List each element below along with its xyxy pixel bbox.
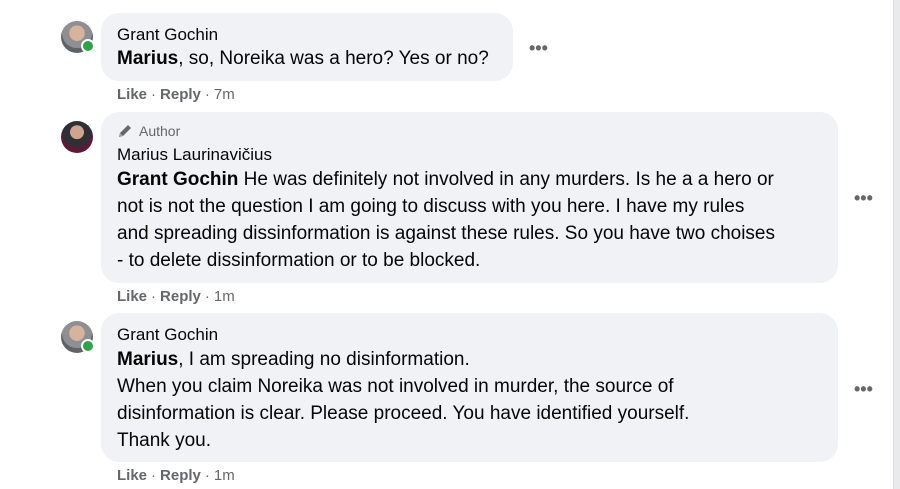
like-button[interactable]: Like bbox=[117, 86, 147, 103]
mention-link[interactable]: Marius bbox=[117, 349, 178, 370]
timestamp[interactable]: 1m bbox=[214, 467, 235, 484]
timestamp[interactable]: 1m bbox=[214, 288, 235, 305]
comment-text-line: , so, Noreika was a hero? Yes or no? bbox=[178, 48, 489, 69]
author-badge: Author bbox=[117, 121, 822, 141]
comment-actions: Like · Reply · 1m bbox=[117, 467, 235, 484]
comment-text-line: and spreading dissinformation is against… bbox=[117, 223, 775, 244]
more-options-icon[interactable]: ••• bbox=[854, 189, 873, 207]
separator: · bbox=[204, 288, 210, 305]
pen-icon bbox=[119, 125, 131, 137]
author-badge-label: Author bbox=[139, 123, 181, 139]
more-options-icon[interactable]: ••• bbox=[854, 380, 873, 398]
scrollbar[interactable] bbox=[893, 0, 900, 489]
online-status-icon bbox=[81, 339, 95, 353]
comment-text-line: , I am spreading no disinformation. bbox=[178, 349, 470, 370]
reply-button[interactable]: Reply bbox=[160, 86, 201, 103]
reply-button[interactable]: Reply bbox=[160, 467, 201, 484]
comment-author[interactable]: Grant Gochin bbox=[117, 324, 822, 346]
more-options-icon[interactable]: ••• bbox=[529, 39, 548, 57]
comment-text-line: He was definitely not involved in any mu… bbox=[238, 169, 774, 190]
comment-text: Marius, I am spreading no disinformation… bbox=[117, 346, 822, 454]
reply-button[interactable]: Reply bbox=[160, 288, 201, 305]
mention-link[interactable]: Grant Gochin bbox=[117, 169, 238, 190]
comment-text-line: When you claim Noreika was not involved … bbox=[117, 376, 674, 397]
comment-author[interactable]: Grant Gochin bbox=[117, 24, 497, 46]
like-button[interactable]: Like bbox=[117, 467, 147, 484]
comment-actions: Like · Reply · 7m bbox=[117, 86, 235, 103]
comment-text: Grant Gochin He was definitely not invol… bbox=[117, 166, 822, 274]
timestamp[interactable]: 7m bbox=[214, 86, 235, 103]
separator: · bbox=[151, 288, 157, 305]
comment-author[interactable]: Marius Laurinavičius bbox=[117, 144, 822, 166]
comment-text-line: disinformation is clear. Please proceed.… bbox=[117, 403, 690, 424]
comment-text-line: - to delete dissinformation or to be blo… bbox=[117, 250, 481, 271]
comment-bubble: Author Marius Laurinavičius Grant Gochin… bbox=[101, 112, 838, 283]
comment-bubble: Grant Gochin Marius, so, Noreika was a h… bbox=[101, 13, 513, 81]
separator: · bbox=[204, 86, 210, 103]
mention-link[interactable]: Marius bbox=[117, 48, 178, 69]
comment-text-line: Thank you. bbox=[117, 430, 211, 451]
separator: · bbox=[151, 467, 157, 484]
like-button[interactable]: Like bbox=[117, 288, 147, 305]
separator: · bbox=[204, 467, 210, 484]
avatar[interactable] bbox=[61, 21, 95, 53]
online-status-icon bbox=[81, 39, 95, 53]
comment-text: Marius, so, Noreika was a hero? Yes or n… bbox=[117, 46, 497, 72]
comment-actions: Like · Reply · 1m bbox=[117, 288, 235, 305]
separator: · bbox=[151, 86, 157, 103]
comment-bubble: Grant Gochin Marius, I am spreading no d… bbox=[101, 313, 838, 462]
avatar[interactable] bbox=[61, 321, 95, 353]
avatar-image bbox=[61, 121, 93, 153]
avatar[interactable] bbox=[61, 121, 93, 153]
comment-text-line: not is not the question I am going to di… bbox=[117, 196, 745, 217]
